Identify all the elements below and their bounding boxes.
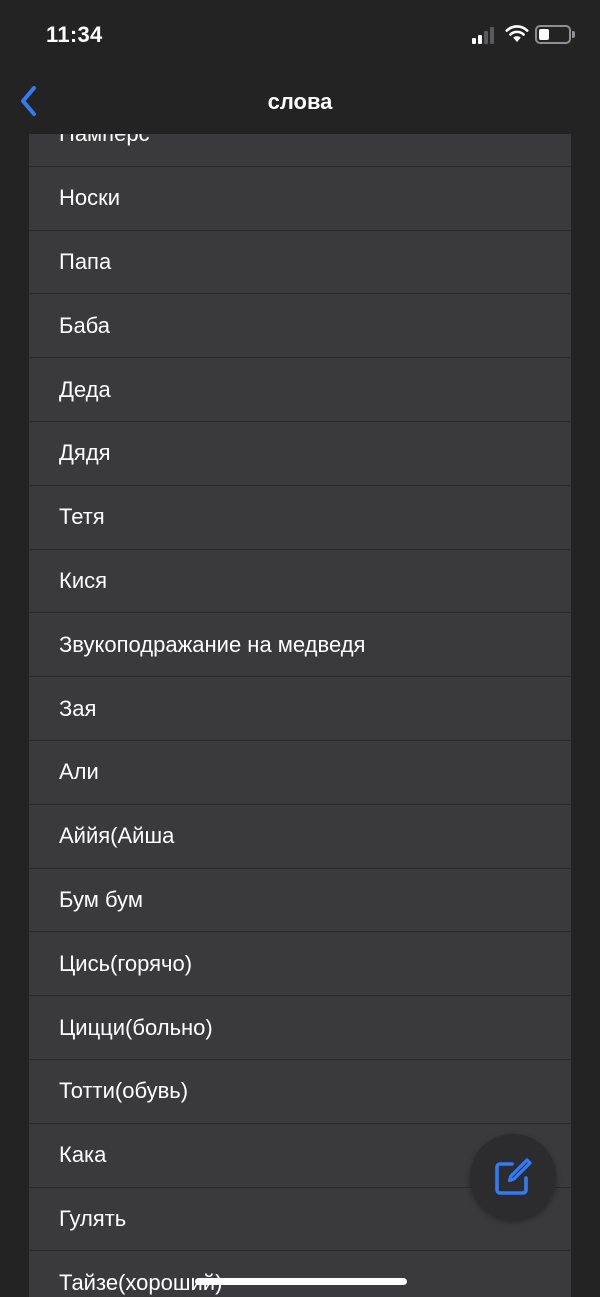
battery-cap — [572, 31, 575, 38]
battery-icon — [535, 25, 571, 44]
wifi-icon — [505, 25, 529, 42]
list-item-label: Тетя — [59, 504, 105, 530]
status-bar: 11:34 — [0, 0, 600, 70]
list-item-label: Баба — [59, 312, 111, 338]
list-item-label: Тотти(обувь) — [59, 1078, 189, 1104]
list-item-label: Зая — [59, 695, 97, 721]
list-item-label: Аййя(Айша — [59, 823, 175, 849]
list-item-label: Кися — [59, 567, 108, 593]
compose-button[interactable] — [470, 1134, 556, 1220]
status-time: 11:34 — [46, 22, 103, 47]
home-indicator — [195, 1278, 407, 1285]
list-item-label: Бум бум — [59, 886, 143, 912]
list-item-label: Папа — [59, 248, 112, 274]
word-list-viewport[interactable]: Памперс Носки Папа Баба Деда Дядя Тетя Кися Звук… — [29, 134, 571, 1297]
list-item-label: Гулять — [59, 1205, 127, 1231]
list-item-label: Памперс — [59, 134, 150, 147]
list-item-label: Цись(горячо) — [59, 950, 193, 976]
list-item[interactable]: Баба — [29, 294, 571, 359]
list-item-label: Деда — [59, 376, 111, 402]
list-item[interactable]: Носки — [29, 166, 571, 231]
list-item[interactable]: Цицци(больно) — [29, 996, 571, 1060]
list-item[interactable]: Тотти(обувь) — [29, 1059, 571, 1124]
list-item-label: Цицци(больно) — [59, 1014, 213, 1040]
list-item[interactable]: Дядя — [29, 421, 571, 486]
list-item[interactable]: Аййя(Айша — [29, 804, 571, 869]
list-item-label: Дядя — [59, 440, 111, 466]
list-item[interactable]: Памперс — [29, 134, 571, 167]
list-item[interactable]: Деда — [29, 358, 571, 422]
list-item-label: Звукоподражание на медведя — [59, 631, 366, 657]
list-item-label: Носки — [59, 185, 121, 211]
page-title: слова — [267, 89, 333, 114]
list-item[interactable]: Тетя — [29, 485, 571, 550]
list-item[interactable]: Тайзе(хороший) — [29, 1251, 571, 1297]
list-item-label: Кака — [59, 1142, 107, 1168]
navigation-bar: слова — [0, 70, 600, 134]
cellular-signal-icon — [472, 26, 498, 44]
list-item[interactable]: Папа — [29, 230, 571, 295]
battery-level-fill — [539, 29, 549, 40]
list-item-label: Али — [59, 759, 99, 785]
list-item[interactable]: Али — [29, 740, 571, 805]
list-item[interactable]: Цись(горячо) — [29, 932, 571, 997]
list-item[interactable]: Зая — [29, 677, 571, 741]
list-item[interactable]: Кися — [29, 549, 571, 614]
word-list: Памперс Носки Папа Баба Деда Дядя Тетя Кися Звук… — [29, 134, 571, 1297]
list-item[interactable]: Бум бум — [29, 868, 571, 933]
list-item[interactable]: Звукоподражание на медведя — [29, 613, 571, 678]
compose-icon — [495, 1158, 532, 1195]
